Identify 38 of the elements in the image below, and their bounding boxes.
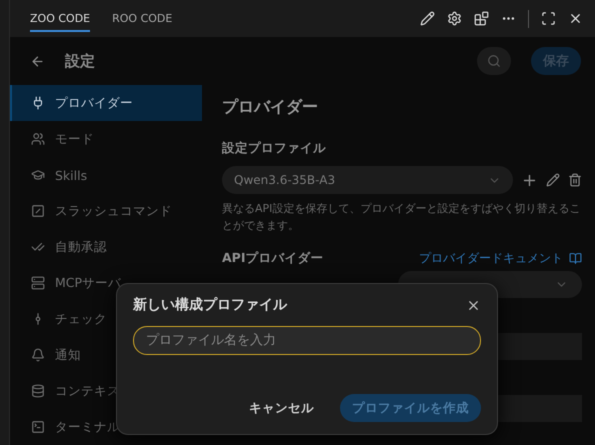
field-label: 設定プロファイル [222,140,327,157]
fullscreen-icon[interactable] [541,11,556,26]
input-field[interactable]: プロファイル名を入力 [133,326,481,355]
docs-link[interactable]: プロバイダードキュメント [419,250,582,267]
terminal-icon [31,420,45,434]
blocks-icon[interactable] [474,11,489,26]
dialog-title: 新しい構成プロファイル [133,296,287,314]
cancel-button[interactable]: キャンセル [243,398,320,418]
double-check-icon [31,240,45,254]
help-text: 異なるAPI設定を保存して、プロバイダーと設定をすばやく切り替えることができます。 [222,201,582,234]
pencil-icon[interactable] [420,11,435,26]
sidebar-item[interactable]: スラッシュコマンド [10,193,202,229]
server-icon [31,276,45,290]
sidebar-item[interactable]: モード [10,121,202,157]
search-icon [487,54,501,68]
plug-icon [31,96,45,110]
close-icon[interactable] [568,11,583,26]
settings-icon[interactable] [447,11,462,26]
back-icon[interactable] [30,54,45,68]
slash-square-icon [31,204,45,218]
edit-button[interactable] [546,173,560,187]
search-button[interactable] [477,47,511,75]
sidebar-item[interactable]: プロバイダー [10,85,202,121]
section-title: プロバイダー [222,97,319,118]
bell-icon [31,348,45,362]
create-button[interactable]: プロファイルを作成 [340,394,481,422]
database-icon [31,384,45,398]
delete-button[interactable] [568,173,582,187]
tab[interactable]: ZOO CODE [30,6,90,32]
users-icon [31,132,45,146]
sidebar-item[interactable]: Skills [10,157,202,193]
profile-select[interactable]: Qwen3.6-35B-A3 [222,166,513,194]
field-label: APIプロバイダー [222,250,324,267]
graduation-cap-icon [31,168,45,182]
page-title: 設定 [65,52,95,70]
book-icon [569,252,582,265]
sidebar-item[interactable]: 自動承認 [10,229,202,265]
tab[interactable]: ROO CODE [112,6,172,32]
